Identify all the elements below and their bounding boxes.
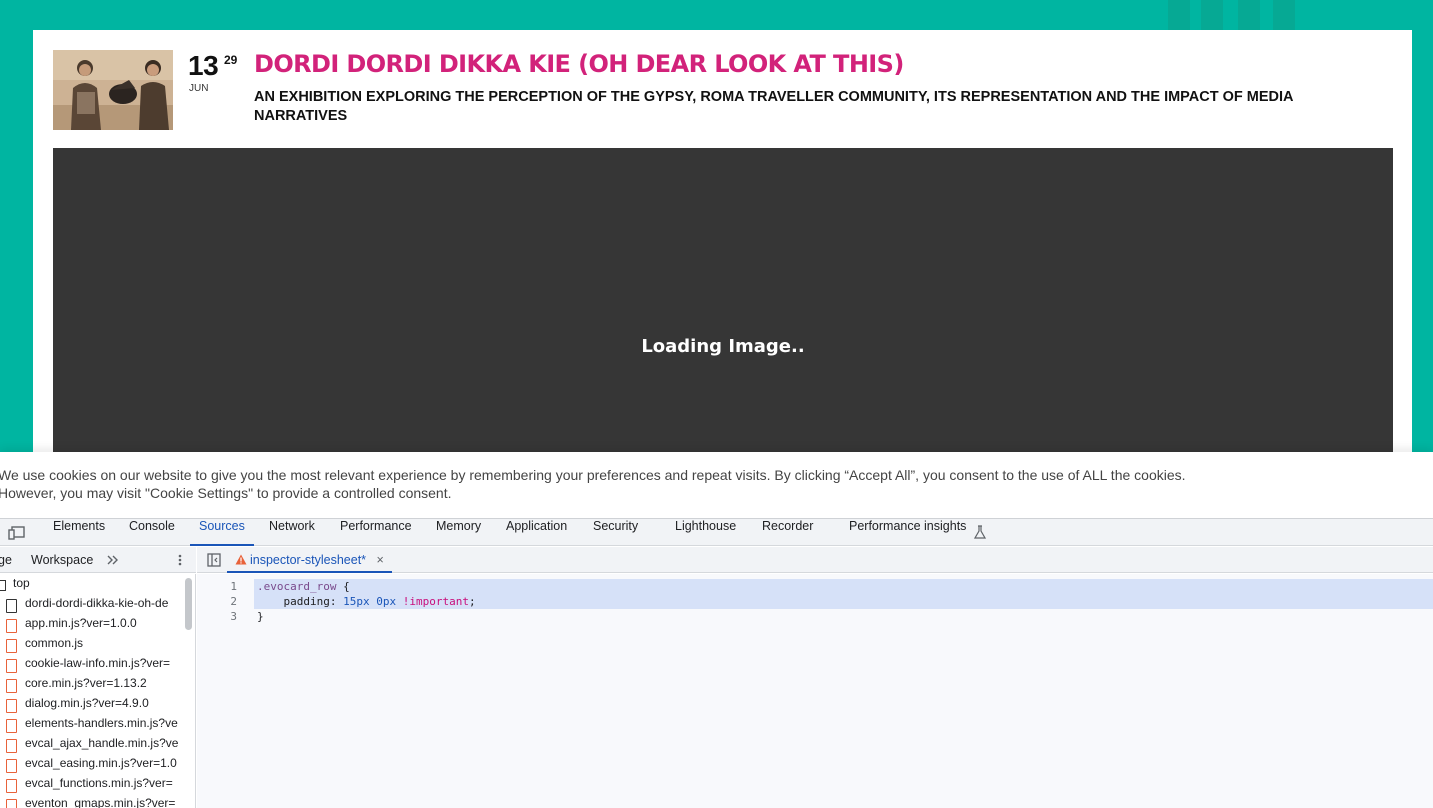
important-flag: !important	[402, 595, 469, 608]
editor-tab-bar: inspector-stylesheet* ×	[197, 547, 1433, 573]
tab-console[interactable]: Console	[129, 519, 175, 546]
tree-item-file[interactable]: dialog.min.js?ver=4.9.0	[0, 696, 183, 716]
file-name: common.js	[25, 636, 84, 650]
css-property: padding	[283, 595, 330, 608]
tree-item-file[interactable]: evcal_ajax_handle.min.js?ve	[0, 736, 183, 756]
tab-recorder[interactable]: Recorder	[762, 519, 813, 546]
code-line-3: }	[257, 609, 264, 624]
css-value: 15px	[343, 595, 370, 608]
script-file-icon	[6, 759, 17, 773]
start-day: 13	[188, 50, 219, 81]
event-subtitle: AN EXHIBITION EXPLORING THE PERCEPTION O…	[254, 89, 1293, 124]
file-name: dordi-dordi-dikka-kie-oh-de	[25, 596, 169, 610]
tree-item-file[interactable]: common.js	[0, 636, 183, 656]
tab-application[interactable]: Application	[506, 519, 567, 546]
cookie-message-line-2: However, you may visit "Cookie Settings"…	[0, 485, 452, 501]
script-file-icon	[6, 619, 17, 633]
file-name: elements-handlers.min.js?ve	[25, 716, 178, 730]
tab-security[interactable]: Security	[593, 519, 638, 546]
flask-icon	[973, 525, 987, 539]
website-viewport: 13 29 JUN DORDI DORDI DIKKA KIE (OH DEAR…	[0, 0, 1433, 452]
open-brace: {	[336, 580, 350, 593]
script-file-icon	[6, 679, 17, 693]
file-name: app.min.js?ver=1.0.0	[25, 616, 137, 630]
tree-item-file[interactable]: dordi-dordi-dikka-kie-oh-de	[0, 596, 183, 616]
toggle-navigator-icon[interactable]	[207, 553, 221, 567]
event-title[interactable]: DORDI DORDI DIKKA KIE (OH DEAR LOOK AT T…	[254, 50, 904, 78]
tab-page[interactable]: ge	[0, 547, 12, 573]
frame-icon	[0, 580, 6, 591]
device-toolbar-icon[interactable]	[8, 526, 26, 540]
header-decoration	[1168, 0, 1190, 30]
event-image-placeholder: Loading Image..	[53, 148, 1393, 452]
tab-network[interactable]: Network	[269, 519, 315, 546]
line-number: 3	[230, 610, 237, 623]
tree-item-label: top	[13, 576, 30, 590]
tab-sources[interactable]: Sources	[190, 519, 254, 546]
tree-item-file[interactable]: cookie-law-info.min.js?ver=	[0, 656, 183, 676]
navigator-scrollbar[interactable]	[185, 578, 192, 630]
script-file-icon	[6, 719, 17, 733]
end-day: 29	[224, 53, 238, 67]
line-number: 1	[230, 580, 237, 593]
file-name: evcal_ajax_handle.min.js?ve	[25, 736, 179, 750]
file-name: cookie-law-info.min.js?ver=	[25, 656, 171, 670]
line-number: 2	[230, 595, 237, 608]
close-icon[interactable]: ×	[377, 547, 384, 573]
script-file-icon	[6, 779, 17, 793]
tree-item-file[interactable]: core.min.js?ver=1.13.2	[0, 676, 183, 696]
script-file-icon	[6, 639, 17, 653]
devtools-panel: Elements Console Sources Network Perform…	[0, 518, 1433, 808]
event-date: 13 29 JUN	[188, 50, 248, 100]
script-file-icon	[6, 659, 17, 673]
warning-icon	[235, 548, 247, 574]
header-decoration	[1273, 0, 1295, 30]
navigator-tab-bar: ge Workspace	[0, 547, 196, 573]
file-name: evcal_easing.min.js?ver=1.0	[25, 756, 177, 770]
tab-performance-insights[interactable]: Performance insights	[849, 519, 966, 546]
script-file-icon	[6, 699, 17, 713]
tab-workspace[interactable]: Workspace	[31, 547, 93, 573]
tree-item-file[interactable]: app.min.js?ver=1.0.0	[0, 616, 183, 636]
close-brace: }	[257, 610, 264, 623]
event-month: JUN	[189, 83, 209, 94]
tree-item-file[interactable]: evcal_easing.min.js?ver=1.0	[0, 756, 183, 776]
tab-inspector-stylesheet[interactable]: inspector-stylesheet* ×	[227, 547, 392, 573]
script-file-icon	[6, 739, 17, 753]
file-name: core.min.js?ver=1.13.2	[25, 676, 147, 690]
tree-item-file[interactable]: evcal_functions.min.js?ver=	[0, 776, 183, 796]
more-options-icon[interactable]	[177, 553, 183, 567]
cookie-message: We use cookies on our website to give yo…	[0, 466, 1318, 502]
tab-performance[interactable]: Performance	[340, 519, 412, 546]
tab-memory[interactable]: Memory	[436, 519, 481, 546]
code-editor[interactable]: 1 2 3 .evocard_row { padding: 15px 0px !…	[197, 574, 1433, 808]
css-selector: .evocard_row	[257, 580, 337, 593]
document-icon	[6, 599, 17, 613]
code-line-1: .evocard_row {	[257, 579, 350, 594]
chevron-double-right-icon[interactable]	[106, 553, 120, 567]
event-card: 13 29 JUN DORDI DORDI DIKKA KIE (OH DEAR…	[33, 30, 1412, 452]
cookie-message-line-1: We use cookies on our website to give yo…	[0, 467, 1186, 483]
tree-item-top[interactable]: top	[0, 576, 183, 596]
loading-message: Loading Image..	[641, 336, 805, 357]
code-line-2: padding: 15px 0px !important;	[283, 595, 476, 608]
file-name: evcal_functions.min.js?ver=	[25, 776, 173, 790]
event-thumbnail[interactable]	[53, 50, 173, 130]
file-navigator: top dordi-dordi-dikka-kie-oh-de app.min.…	[0, 574, 196, 808]
header-decoration	[1201, 0, 1223, 30]
css-value: 0px	[376, 595, 397, 608]
tree-item-file[interactable]: elements-handlers.min.js?ve	[0, 716, 183, 736]
file-name: eventon_gmaps.min.js?ver=	[25, 796, 176, 808]
tree-item-file[interactable]: eventon_gmaps.min.js?ver=	[0, 796, 183, 808]
editor-tab-label: inspector-stylesheet*	[250, 553, 367, 567]
tab-lighthouse[interactable]: Lighthouse	[675, 519, 736, 546]
file-name: dialog.min.js?ver=4.9.0	[25, 696, 149, 710]
devtools-tab-bar: Elements Console Sources Network Perform…	[0, 519, 1433, 546]
cookie-banner: We use cookies on our website to give yo…	[0, 452, 1433, 518]
header-decoration	[1238, 0, 1260, 30]
script-file-icon	[6, 799, 17, 808]
tab-elements[interactable]: Elements	[53, 519, 105, 546]
